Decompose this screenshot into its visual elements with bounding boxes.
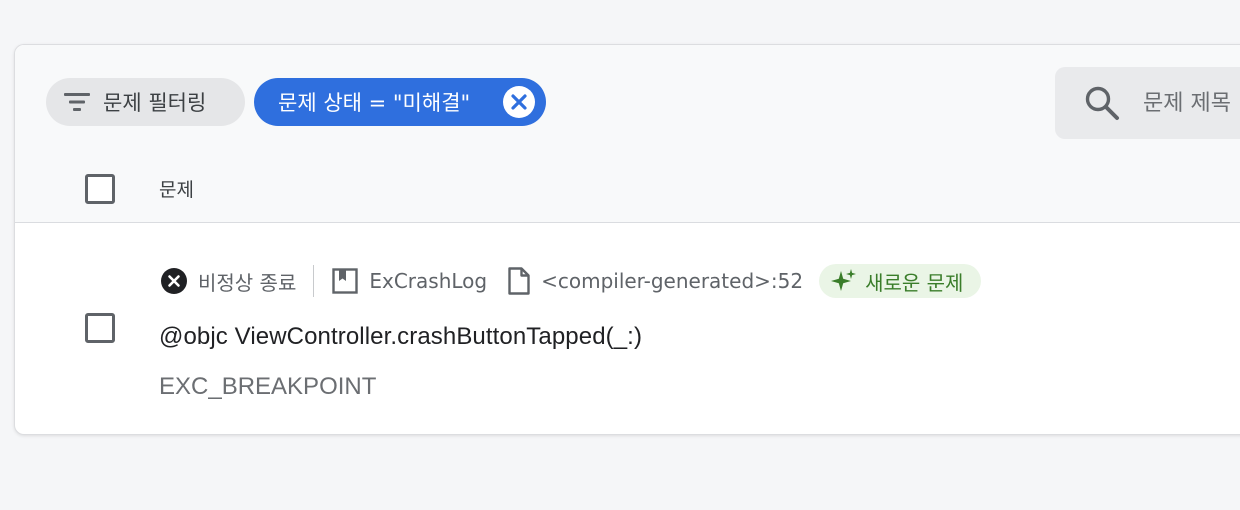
issue-subtitle: EXC_BREAKPOINT: [159, 373, 377, 400]
issue-file: <compiler-generated>:52: [541, 269, 804, 293]
active-filter-label: 문제 상태 = "미해결": [278, 91, 471, 115]
filter-issues-button[interactable]: 문제 필터링: [46, 78, 245, 126]
meta-divider: [313, 265, 315, 297]
new-issue-badge: 새로운 문제: [819, 264, 982, 298]
issue-module: ExCrashLog: [369, 269, 488, 293]
issues-toolbar: 문제 필터링 문제 상태 = "미해결" 문제: [15, 45, 1240, 223]
issue-title[interactable]: @objc ViewController.crashButtonTapped(_…: [159, 323, 642, 351]
issue-column-header: 문제: [159, 179, 194, 201]
search-icon: [1083, 84, 1121, 122]
row-select-checkbox[interactable]: [85, 313, 115, 343]
file-icon: [507, 267, 531, 295]
issue-status: 비정상 종료: [198, 270, 297, 295]
close-circle-icon[interactable]: [503, 86, 535, 118]
filter-icon: [63, 91, 91, 113]
issue-search-input[interactable]: [1143, 90, 1240, 116]
active-filter-chip[interactable]: 문제 상태 = "미해결": [254, 78, 546, 126]
issues-card: 문제 필터링 문제 상태 = "미해결" 문제 제목 문제 비정상 종료 ExC…: [14, 44, 1240, 435]
bookmark-icon: [331, 267, 359, 295]
sparkle-icon: [831, 268, 857, 294]
select-all-checkbox[interactable]: [85, 174, 115, 204]
issue-search-box[interactable]: [1055, 67, 1240, 139]
crash-x-icon: [160, 267, 188, 295]
issue-meta: 비정상 종료 ExCrashLog <compiler-generated>:5…: [160, 263, 982, 299]
filter-issues-label: 문제 필터링: [103, 91, 207, 115]
new-issue-badge-label: 새로운 문제: [865, 270, 964, 295]
